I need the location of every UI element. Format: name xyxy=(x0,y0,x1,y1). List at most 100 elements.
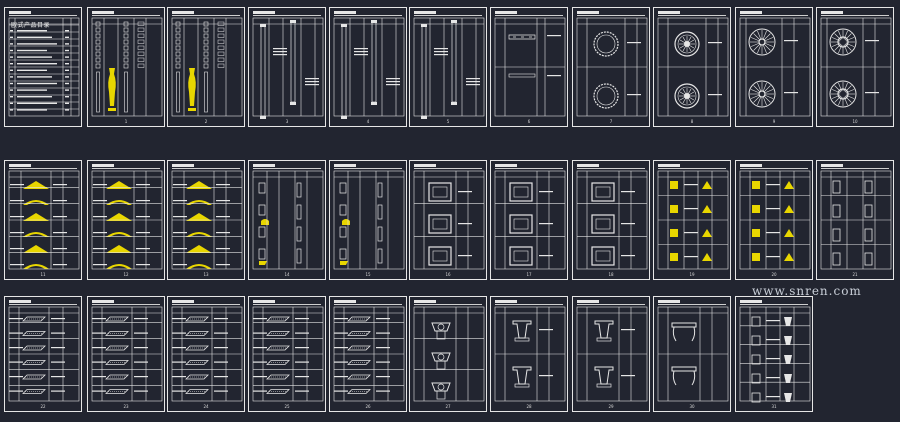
page-number: 5 xyxy=(446,119,450,124)
page-number: 3 xyxy=(285,119,289,124)
drawing-sheet[interactable]: 14 xyxy=(248,160,326,280)
index-sheet[interactable]: 欧式产品目录 xyxy=(4,7,82,127)
sheet-drawing xyxy=(333,306,405,402)
tiny-label xyxy=(173,264,187,266)
drawing-sheet[interactable]: 3 xyxy=(248,7,326,127)
tiny-label xyxy=(216,216,230,218)
tiny-label xyxy=(253,390,267,392)
drawing-sheet[interactable]: 21 xyxy=(816,160,894,280)
sheet-drawing xyxy=(91,17,163,117)
columns-drawings xyxy=(341,20,377,119)
index-sheet-title: 欧式产品目录 xyxy=(11,22,51,29)
tiny-label xyxy=(53,264,67,266)
tiny-label xyxy=(214,376,228,378)
sheet-drawing xyxy=(739,17,811,117)
tiny-label xyxy=(376,347,390,349)
page-number: 26 xyxy=(365,404,371,409)
drawing-sheet[interactable]: 23 xyxy=(87,296,165,412)
drawing-sheet[interactable]: 24 xyxy=(167,296,245,412)
mirror-drawings xyxy=(509,182,533,266)
tiny-label xyxy=(466,84,480,86)
table-grid xyxy=(739,170,811,270)
drawing-sheet[interactable]: 11 xyxy=(4,160,82,280)
tiny-label xyxy=(354,48,368,50)
tiny-label xyxy=(354,51,368,53)
page-number: 31 xyxy=(771,404,777,409)
sheet-drawing xyxy=(333,17,405,119)
drawing-sheet[interactable]: 30 xyxy=(653,296,731,412)
rosette-drawings xyxy=(748,28,776,108)
page-number: 17 xyxy=(526,272,532,277)
table-grid xyxy=(8,170,80,270)
drawing-sheet[interactable]: 8 xyxy=(653,7,731,127)
page-number: 18 xyxy=(608,272,614,277)
tiny-label xyxy=(466,81,480,83)
tiny-label xyxy=(305,78,319,80)
drawing-sheet[interactable]: 9 xyxy=(735,7,813,127)
tiny-label xyxy=(51,347,65,349)
drawing-sheet[interactable]: 27 xyxy=(409,296,487,412)
drawing-sheet[interactable]: 2 xyxy=(167,7,245,127)
tiny-label xyxy=(458,255,472,257)
tiny-label xyxy=(51,332,65,334)
yellowmix-drawings xyxy=(752,181,794,261)
cornice-drawings xyxy=(266,316,290,394)
tiny-label xyxy=(784,40,798,42)
tiny-label xyxy=(214,318,228,320)
tiny-label xyxy=(9,376,23,378)
drawing-sheet[interactable]: 12 xyxy=(87,160,165,280)
table-grid xyxy=(333,306,405,402)
tiny-label xyxy=(214,332,228,334)
tiny-label xyxy=(134,347,148,349)
drawing-sheet[interactable]: 26 xyxy=(329,296,407,412)
sheet-drawing xyxy=(413,17,485,119)
page-number: 10 xyxy=(852,119,858,124)
page-number: 7 xyxy=(609,119,613,124)
drawing-sheet[interactable]: 4 xyxy=(329,7,407,127)
drawing-sheet[interactable]: 5 xyxy=(409,7,487,127)
sheet-drawing xyxy=(333,170,405,270)
tiny-label xyxy=(305,81,319,83)
tiny-label xyxy=(539,329,553,331)
drawing-sheet[interactable]: 22 xyxy=(4,296,82,412)
drawing-sheet[interactable]: 1 xyxy=(87,7,165,127)
sheet-drawing xyxy=(739,306,811,403)
tiny-label xyxy=(93,184,107,186)
drawing-sheet[interactable]: 31 xyxy=(735,296,813,412)
tiny-label xyxy=(273,51,287,53)
drawing-sheet[interactable]: 16 xyxy=(409,160,487,280)
drawing-sheet[interactable]: 6 xyxy=(490,7,568,127)
table-grid xyxy=(333,17,405,117)
tiny-label xyxy=(627,42,641,44)
table-grid xyxy=(171,170,243,270)
drawing-sheet[interactable]: 28 xyxy=(490,296,568,412)
tiny-label xyxy=(172,361,186,363)
cornice-drawings xyxy=(185,316,209,394)
sheet-drawing xyxy=(494,17,566,117)
drawing-sheet[interactable]: 19 xyxy=(653,160,731,280)
tiny-label xyxy=(173,248,187,250)
drawing-sheet[interactable]: 13 xyxy=(167,160,245,280)
tiny-label xyxy=(354,54,368,56)
sheet-drawing xyxy=(413,170,485,270)
rosette2-drawings xyxy=(829,28,857,108)
drawing-sheet[interactable]: 15 xyxy=(329,160,407,280)
tiny-label xyxy=(766,339,780,341)
tiny-label xyxy=(334,390,348,392)
medallion-drawings xyxy=(674,31,700,109)
drawing-sheet[interactable]: 7 xyxy=(572,7,650,127)
table-grid xyxy=(494,170,566,270)
drawing-sheet[interactable]: 20 xyxy=(735,160,813,280)
drawing-sheet[interactable]: 10 xyxy=(816,7,894,127)
pediment-drawings xyxy=(106,181,132,269)
table-grid xyxy=(252,306,324,402)
table-grid xyxy=(8,306,80,402)
tiny-label xyxy=(253,347,267,349)
table-grid xyxy=(657,17,729,117)
drawing-sheet[interactable]: 17 xyxy=(490,160,568,280)
tiny-label xyxy=(334,318,348,320)
tiny-label xyxy=(621,223,635,225)
drawing-sheet[interactable]: 29 xyxy=(572,296,650,412)
drawing-sheet[interactable]: 25 xyxy=(248,296,326,412)
drawing-sheet[interactable]: 18 xyxy=(572,160,650,280)
